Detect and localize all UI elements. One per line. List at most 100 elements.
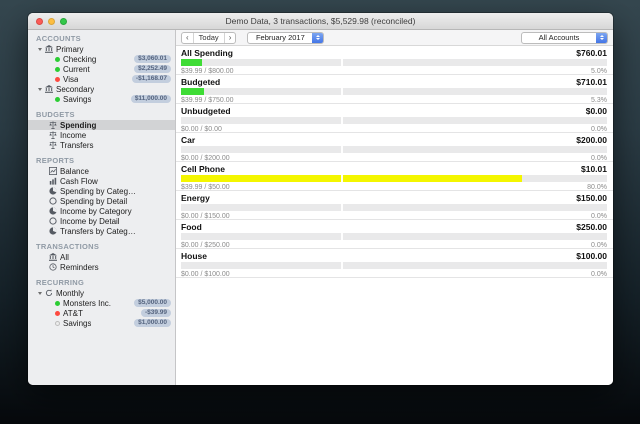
sidebar-group-secondary[interactable]: Secondary xyxy=(28,84,175,94)
sidebar-item-label: Transfers by Categ… xyxy=(60,226,136,236)
account-balance-badge: $3,060.01 xyxy=(134,55,171,63)
disclosure-triangle-icon[interactable] xyxy=(38,47,42,51)
sidebar-item-recurring-savings[interactable]: Savings $1,000.00 xyxy=(28,318,175,328)
account-status-dot xyxy=(55,66,60,72)
sidebar-item-label: Balance xyxy=(60,166,89,176)
sidebar-item-income-by-category[interactable]: Income by Category xyxy=(28,206,175,216)
sidebar-item-label: Income by Detail xyxy=(60,216,120,226)
sidebar-item-transfers-by-category[interactable]: Transfers by Categ… xyxy=(28,226,175,236)
sidebar-item-income[interactable]: Income xyxy=(28,130,175,140)
account-status-dot xyxy=(55,76,60,82)
recurring-amount-badge: -$39.99 xyxy=(140,309,171,317)
budget-category-name: Cell Phone xyxy=(181,164,225,174)
bank-icon xyxy=(49,253,57,261)
disclosure-triangle-icon[interactable] xyxy=(38,291,42,295)
next-period-button[interactable]: › xyxy=(225,33,236,43)
today-marker-tick xyxy=(340,88,343,95)
main-content: ‹ Today › February 2017 All Accounts All… xyxy=(176,30,613,385)
budget-row-car[interactable]: Car $200.00 $0.00 / $200.00 0.0% xyxy=(176,133,613,162)
sidebar-item-cash-flow[interactable]: Cash Flow xyxy=(28,176,175,186)
sidebar-item-spending-by-detail[interactable]: Spending by Detail xyxy=(28,196,175,206)
budget-row-budgeted[interactable]: Budgeted $710.01 $39.99 / $750.00 5.3% xyxy=(176,75,613,104)
sidebar-item-spending[interactable]: Spending xyxy=(28,120,175,130)
sidebar-item-label: Checking xyxy=(63,54,97,64)
sidebar-item-label: Monsters Inc. xyxy=(63,298,112,308)
sidebar-section-header-reports: REPORTS xyxy=(36,156,75,165)
sidebar-item-income-by-detail[interactable]: Income by Detail xyxy=(28,216,175,226)
budget-remaining-amount: $100.00 xyxy=(576,251,607,261)
account-balance-badge: $11,000.00 xyxy=(130,95,171,103)
sidebar-item-label: Primary xyxy=(56,44,84,54)
sidebar-item-label: Secondary xyxy=(56,84,95,94)
sidebar-item-label: Reminders xyxy=(60,262,99,272)
sidebar-item-visa[interactable]: Visa -$1,168.07 xyxy=(28,74,175,84)
accounts-filter-value: All Accounts xyxy=(538,33,580,42)
sidebar-item-label: Spending by Detail xyxy=(60,196,128,206)
budget-progress-bar xyxy=(181,233,607,240)
budget-category-name: Unbudgeted xyxy=(181,106,231,116)
budget-row-all-spending[interactable]: All Spending $760.01 $39.99 / $800.00 5.… xyxy=(176,46,613,75)
recurring-status-dot xyxy=(55,320,60,326)
accounts-filter-select[interactable]: All Accounts xyxy=(521,31,608,44)
budget-spent-of-total: $0.00 / $200.00 xyxy=(181,154,230,162)
sidebar-item-label: Current xyxy=(63,64,90,74)
budget-row-food[interactable]: Food $250.00 $0.00 / $250.00 0.0% xyxy=(176,220,613,249)
today-marker-tick xyxy=(340,117,343,124)
sidebar-item-current[interactable]: Current $2,252.49 xyxy=(28,64,175,74)
budget-category-name: Car xyxy=(181,135,196,145)
content-toolbar: ‹ Today › February 2017 All Accounts xyxy=(176,30,613,46)
budget-progress-bar xyxy=(181,175,607,182)
budget-category-name: Energy xyxy=(181,193,210,203)
sidebar-item-label: Cash Flow xyxy=(60,176,98,186)
sidebar-item-att[interactable]: AT&T -$39.99 xyxy=(28,308,175,318)
sidebar-item-label: Visa xyxy=(63,74,79,84)
budget-spent-of-total: $39.99 / $750.00 xyxy=(181,96,234,104)
budget-category-name: House xyxy=(181,251,207,261)
sidebar-item-label: Spending by Categ… xyxy=(60,186,137,196)
sidebar-item-checking[interactable]: Checking $3,060.01 xyxy=(28,54,175,64)
period-select[interactable]: February 2017 xyxy=(247,31,325,44)
sidebar-item-spending-by-category[interactable]: Spending by Categ… xyxy=(28,186,175,196)
sidebar-item-savings[interactable]: Savings $11,000.00 xyxy=(28,94,175,104)
sidebar-item-monsters-inc[interactable]: Monsters Inc. $5,000.00 xyxy=(28,298,175,308)
sidebar-section-header-transactions: TRANSACTIONS xyxy=(36,242,100,251)
minimize-window-button[interactable] xyxy=(48,18,55,25)
zoom-window-button[interactable] xyxy=(60,18,67,25)
budget-percent: 5.0% xyxy=(591,67,607,75)
window-titlebar[interactable]: Demo Data, 3 transactions, $5,529.98 (re… xyxy=(28,13,613,30)
disclosure-triangle-icon[interactable] xyxy=(38,87,42,91)
sidebar-group-primary[interactable]: Primary xyxy=(28,44,175,54)
today-marker-tick xyxy=(340,59,343,66)
scales-icon xyxy=(49,121,57,129)
chevron-up-down-icon xyxy=(312,32,324,43)
budget-remaining-amount: $200.00 xyxy=(576,135,607,145)
sidebar-item-balance[interactable]: Balance xyxy=(28,166,175,176)
today-button[interactable]: Today xyxy=(194,32,225,43)
bar-chart-icon xyxy=(49,177,57,185)
sidebar-item-label: Savings xyxy=(63,94,92,104)
budget-row-unbudgeted[interactable]: Unbudgeted $0.00 $0.00 / $0.00 0.0% xyxy=(176,104,613,133)
budget-row-energy[interactable]: Energy $150.00 $0.00 / $150.00 0.0% xyxy=(176,191,613,220)
pie-chart-icon xyxy=(49,207,57,215)
budget-spent-of-total: $0.00 / $150.00 xyxy=(181,212,230,220)
budget-spent-of-total: $0.00 / $100.00 xyxy=(181,270,230,278)
sidebar-item-transfers[interactable]: Transfers xyxy=(28,140,175,150)
budget-remaining-amount: $760.01 xyxy=(576,48,607,58)
budget-percent: 5.3% xyxy=(591,96,607,104)
close-window-button[interactable] xyxy=(36,18,43,25)
budget-progress-fill xyxy=(181,175,522,182)
recurring-amount-badge: $5,000.00 xyxy=(134,299,171,307)
budget-remaining-amount: $0.00 xyxy=(585,106,607,116)
sidebar-item-reminders[interactable]: Reminders xyxy=(28,262,175,272)
budget-percent: 80.0% xyxy=(587,183,607,191)
prev-period-button[interactable]: ‹ xyxy=(182,32,194,43)
scales-icon xyxy=(49,131,57,139)
sidebar-group-monthly[interactable]: Monthly xyxy=(28,288,175,298)
sidebar-section-header-recurring: RECURRING xyxy=(36,278,85,287)
budget-remaining-amount: $10.01 xyxy=(581,164,607,174)
budget-row-house[interactable]: House $100.00 $0.00 / $100.00 0.0% xyxy=(176,249,613,278)
sidebar-item-label: Spending xyxy=(60,120,97,130)
sidebar-item-all-transactions[interactable]: All xyxy=(28,252,175,262)
clock-icon xyxy=(49,263,57,271)
budget-row-cell-phone[interactable]: Cell Phone $10.01 $39.99 / $50.00 80.0% xyxy=(176,162,613,191)
